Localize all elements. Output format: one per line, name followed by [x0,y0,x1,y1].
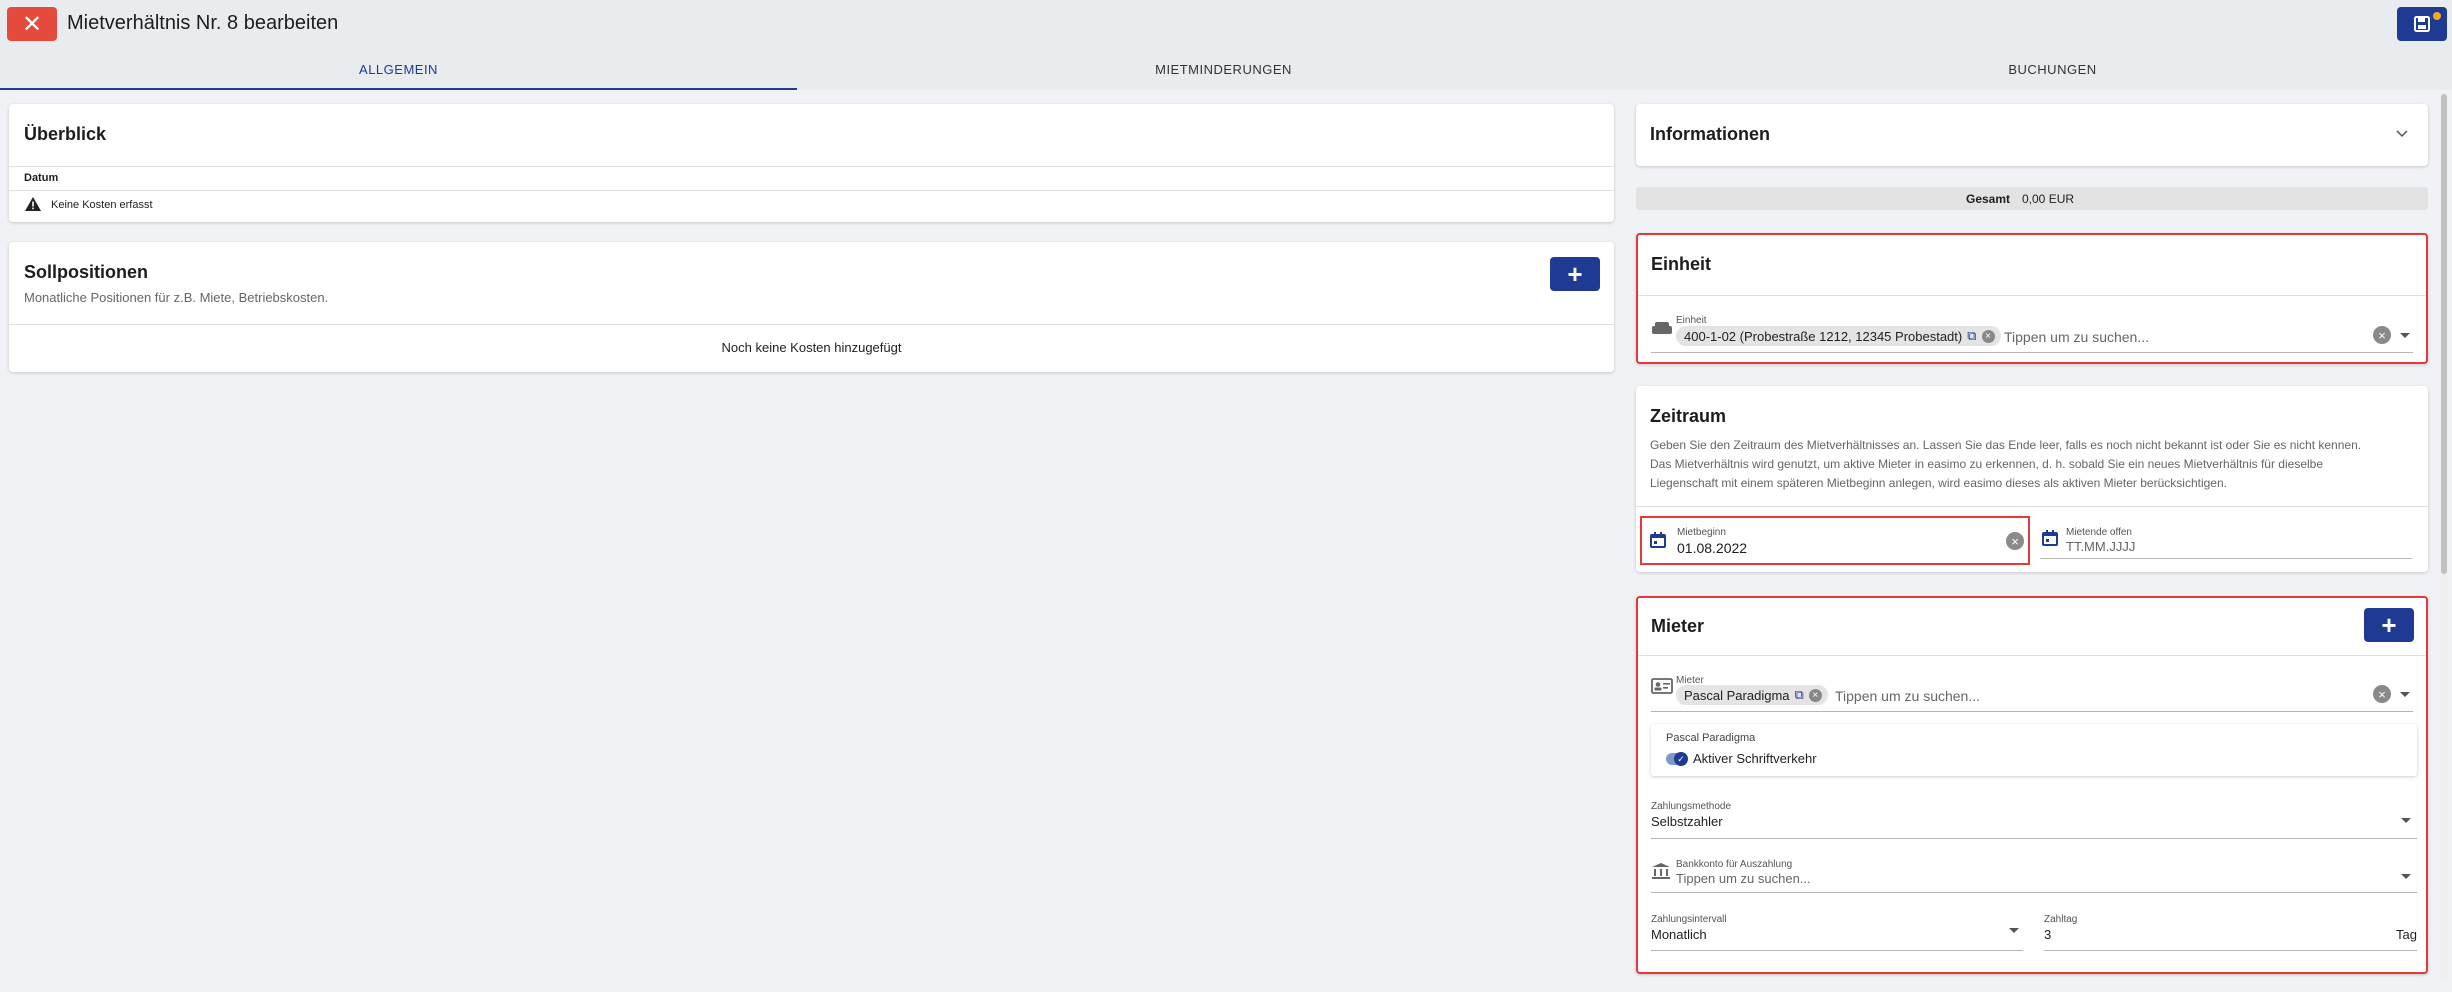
save-icon [2414,16,2430,32]
unit-card: Einheit Einheit 400-1-02 (Probestraße 12… [1636,233,2428,364]
add-target-button[interactable]: + [1550,257,1600,291]
external-link-icon[interactable]: ⧉ [1795,687,1804,703]
chip-remove-icon[interactable]: × [1981,329,1995,343]
tenant-detail-panel: Pascal Paradigma ✓ Aktiver Schriftverkeh… [1651,724,2417,776]
start-date-clear-icon[interactable]: × [2006,532,2024,550]
tab-buchungen[interactable]: BUCHUNGEN [1654,52,2451,90]
payment-method-label: Zahlungsmethode [1651,801,1732,812]
unit-chip-text: 400-1-02 (Probestraße 1212, 12345 Probes… [1684,328,1963,344]
payment-method-select[interactable]: Zahlungsmethode Selbstzahler [1651,794,2417,839]
bank-account-select[interactable]: Bankkonto für Auszahlung Tippen um zu su… [1651,852,2417,893]
targets-title: Sollpositionen [24,262,148,282]
info-title: Informationen [1650,124,1770,144]
id-card-icon [1651,678,1673,694]
payment-method-caret[interactable] [2401,818,2411,823]
bank-account-caret[interactable] [2401,874,2411,879]
unit-chip[interactable]: 400-1-02 (Probestraße 1212, 12345 Probes… [1676,326,2001,346]
payment-interval-label: Zahlungsintervall [1651,914,1727,925]
tenant-chip[interactable]: Pascal Paradigma ⧉ × [1676,685,1828,705]
start-date-field[interactable]: Mietbeginn 01.08.2022 × [1640,516,2030,565]
payday-field[interactable]: Zahltag 3 Tag [2044,914,2417,960]
period-description-line: Das Mietverhältnis wird genutzt, um akti… [1650,457,2324,471]
tenant-clear-icon[interactable]: × [2373,685,2391,703]
external-link-icon[interactable]: ⧉ [1967,328,1976,344]
scrollbar-thumb[interactable] [2441,94,2447,574]
column-header-date: Datum [24,172,59,184]
period-title: Zeitraum [1650,406,1727,426]
bank-icon [1652,863,1670,879]
save-button[interactable] [2397,7,2447,41]
total-bar: Gesamt 0,00 EUR [1636,187,2428,210]
calendar-icon [1650,532,1666,548]
plus-icon: + [1567,258,1583,289]
close-button[interactable]: ✕ [7,7,57,41]
page-title: Mietverhältnis Nr. 8 bearbeiten [67,12,339,34]
tenant-card: Mieter + Mieter Pascal Paradigma ⧉ × Tip… [1636,596,2428,974]
tenant-search-input[interactable]: Tippen um zu suchen... [1835,688,1980,704]
targets-empty-text: Noch keine Kosten hinzugefügt [721,340,902,355]
total-value: 0,00 EUR [2022,192,2075,206]
unit-search-input[interactable]: Tippen um zu suchen... [2004,329,2149,345]
top-bar: ✕ Mietverhältnis Nr. 8 bearbeiten ALLGEM… [0,0,2452,90]
chevron-down-icon[interactable] [2396,130,2408,138]
end-date-input[interactable]: TT.MM.JJJJ [2066,539,2135,554]
period-description-line: Liegenschaft mit einem späteren Mietbegi… [1650,476,2227,490]
period-card: Zeitraum Geben Sie den Zeitraum des Miet… [1636,386,2428,572]
period-description: Geben Sie den Zeitraum des Mietverhältni… [1650,436,2361,493]
scrollbar-track[interactable] [2440,92,2448,982]
check-icon: ✓ [1674,752,1688,766]
add-tenant-button[interactable]: + [2364,608,2414,642]
targets-card: Sollpositionen Monatliche Positionen für… [9,242,1614,372]
end-date-label: Mietende offen [2066,527,2132,538]
overview-title: Überblick [24,124,107,144]
payday-suffix: Tag [2396,927,2417,942]
end-date-field[interactable]: Mietende offen TT.MM.JJJJ [2040,516,2420,565]
overview-card: Überblick Datum Keine Kosten erfasst [9,104,1614,222]
total-label: Gesamt [1966,192,2011,206]
unit-field-label: Einheit [1676,315,1707,326]
period-description-line: Geben Sie den Zeitraum des Mietverhältni… [1650,438,2362,452]
targets-subtitle: Monatliche Positionen für z.B. Miete, Be… [24,290,329,305]
bank-account-label: Bankkonto für Auszahlung [1676,859,1793,870]
tenant-chip-text: Pascal Paradigma [1684,687,1790,703]
payment-interval-caret[interactable] [2009,928,2019,933]
sofa-icon [1652,322,1672,334]
correspondence-label: Aktiver Schriftverkehr [1693,751,1817,766]
payday-value[interactable]: 3 [2044,927,2051,942]
payment-method-value: Selbstzahler [1651,814,1723,829]
unit-title: Einheit [1651,254,1712,274]
tenant-title: Mieter [1651,616,1705,636]
tab-mietminderungen[interactable]: MIETMINDERUNGEN [825,52,1622,90]
warning-icon [25,197,41,211]
unit-clear-icon[interactable]: × [2373,326,2391,344]
warning-text: Keine Kosten erfasst [51,199,153,211]
unit-dropdown-caret[interactable] [2400,333,2410,338]
bank-account-input[interactable]: Tippen um zu suchen... [1676,871,1811,886]
correspondence-toggle[interactable]: ✓ [1666,752,1688,766]
chip-remove-icon[interactable]: × [1808,688,1822,702]
calendar-icon [2042,530,2058,546]
start-date-value[interactable]: 01.08.2022 [1677,540,1747,556]
info-card[interactable]: Informationen [1636,104,2428,166]
payment-interval-value: Monatlich [1651,927,1707,942]
unsaved-indicator [2433,12,2441,20]
tenant-dropdown-caret[interactable] [2400,692,2410,697]
close-icon: ✕ [21,10,43,38]
tab-allgemein[interactable]: ALLGEMEIN [0,52,797,90]
plus-icon: + [2381,609,2397,640]
payday-label: Zahltag [2044,914,2078,925]
start-date-label: Mietbeginn [1677,527,1726,538]
tenant-detail-name: Pascal Paradigma [1666,732,1756,744]
payment-interval-select[interactable]: Zahlungsintervall Monatlich [1651,914,2023,960]
